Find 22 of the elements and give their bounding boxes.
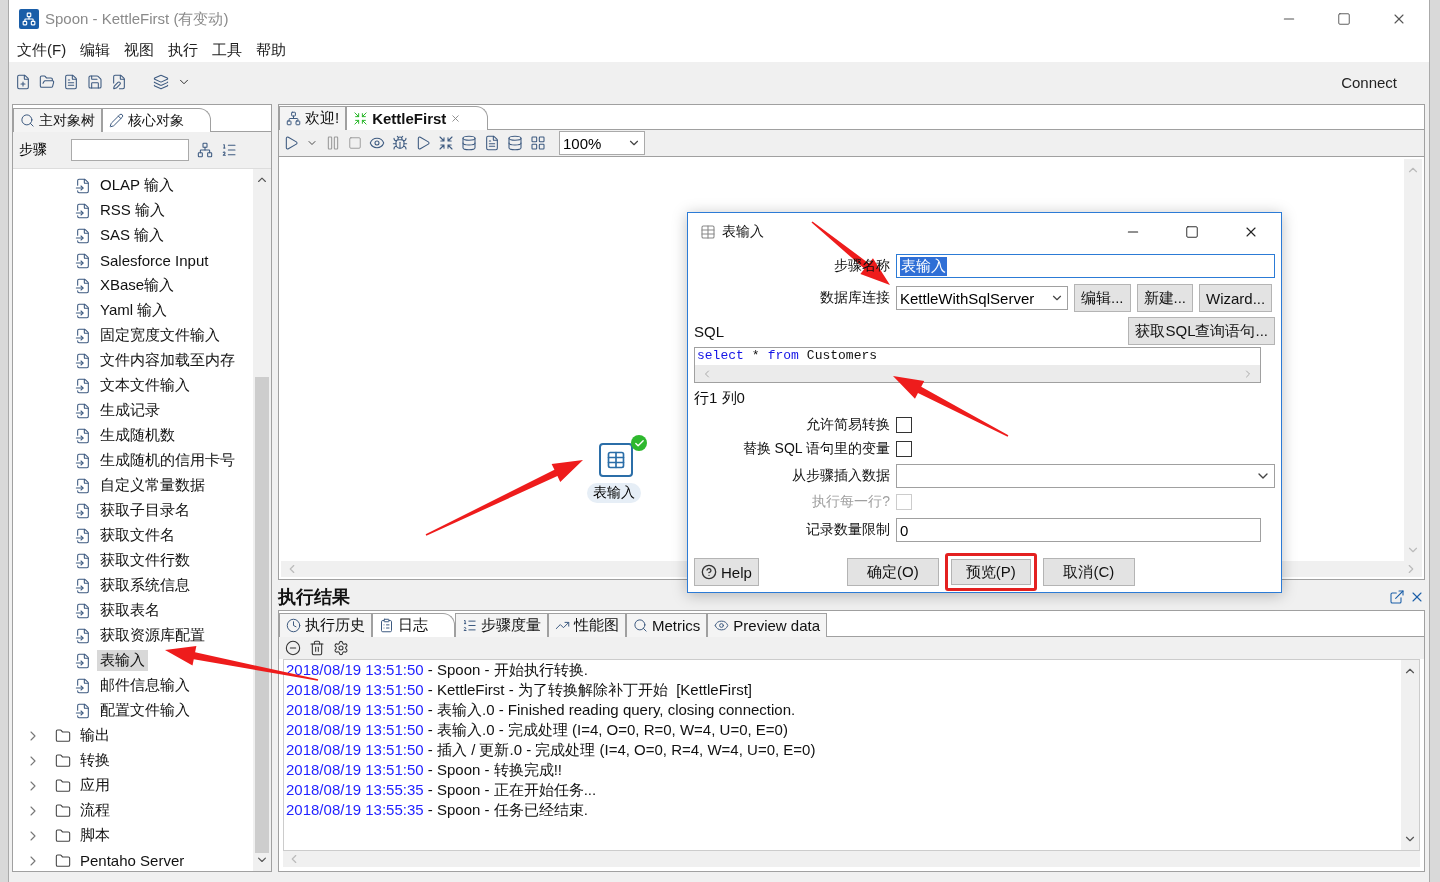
log-line: 2018/08/19 13:51:50 - 表输入.0 - Finished reading query, closing connection. [286,700,797,720]
dialog-title: 表输入 [722,223,764,241]
field-label: 步骤 [19,141,48,159]
checkbox-label: 执行每一行? [811,493,890,511]
log-line: 2018/08/19 13:51:50 - KettleFirst - 为了转换解除补丁开始 [KettleFirst] [286,680,753,700]
panel-title: 执行结果 [278,586,350,609]
log-line: 2018/08/19 13:51:50 - 表输入.0 - 完成处理 (I=4, O=0, R=0, W=4, U=0, E=0) [286,720,789,740]
field-label: 数据库连接 [819,289,890,307]
step-label: 表输入 [587,483,641,503]
cursor-position: 行1 列0 [694,388,745,408]
field-label: 记录数量限制 [805,521,890,539]
checkbox-label: 替换 SQL 语句里的变量 [741,440,890,458]
checkbox-label: 允许简易转换 [805,416,890,434]
window-title: Spoon - KettleFirst (有变动) [45,9,229,29]
section-label: SQL [694,322,724,340]
log-line: 2018/08/19 13:51:50 - Spoon - 转换完成!! [286,760,563,780]
field-label: 从步骤插入数据 [791,467,890,485]
log-line: 2018/08/19 13:51:50 - Spoon - 开始执行转换. [286,660,589,680]
log-line: 2018/08/19 13:55:35 - Spoon - 任务已经结束. [286,800,589,820]
log-line: 2018/08/19 13:55:35 - Spoon - 正在开始任务... [286,780,598,800]
log-line: 2018/08/19 13:51:50 - 插入 / 更新.0 - 完成处理 (I=4, O=0, R=4, W=4, U=0, E=0) [286,740,817,760]
field-label: 步骤名称 [834,257,890,275]
